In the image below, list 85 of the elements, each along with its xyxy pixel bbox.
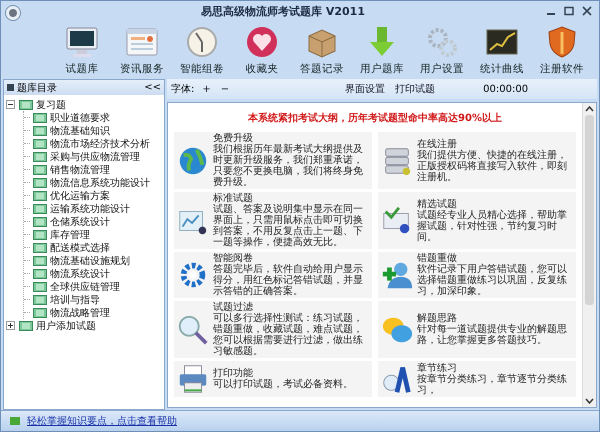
feature-description: 软件记录下用户答错试题，您可以选择错题重做练习以巩固，反复练习，加深印象。 bbox=[417, 264, 568, 297]
font-size-label: 字体: bbox=[171, 82, 194, 96]
toolbar-text-button[interactable]: 打印试题 bbox=[393, 82, 438, 96]
book-icon bbox=[33, 230, 47, 240]
help-link[interactable]: 轻松掌握知识要点，点击查看帮助 bbox=[27, 414, 177, 428]
feature-title[interactable]: 解题思路 bbox=[417, 313, 574, 324]
tree-item[interactable]: 职业道德要求 bbox=[50, 110, 110, 124]
book-icon bbox=[33, 190, 47, 200]
toolbar-button[interactable]: 智能组卷 bbox=[173, 21, 231, 79]
window-title: 易思高级物流师考试题库 V2011 bbox=[200, 4, 366, 18]
toolbar-button[interactable]: 统计曲线 bbox=[473, 21, 531, 79]
toolbar-button[interactable]: 试题库 bbox=[53, 21, 111, 79]
feature-description: 针对每一道试题提供专业的解题思路，让您掌握更多答题技巧。 bbox=[417, 324, 568, 346]
feature-description: 答题完毕后，软件自动给用户显示得分，用红色标记答错试题，并显示答错的正确答案。 bbox=[213, 264, 364, 297]
font-decrease-button[interactable]: − bbox=[218, 84, 232, 94]
tree-item[interactable]: 用户添加试题 bbox=[36, 318, 96, 332]
tree-item[interactable]: 复习题 bbox=[36, 98, 66, 112]
collapse-toggle-icon[interactable] bbox=[6, 100, 15, 109]
tree-item[interactable]: 采购与供应物流管理 bbox=[50, 150, 140, 164]
clock-icon bbox=[184, 24, 220, 60]
tree-item[interactable]: 库存管理 bbox=[50, 228, 90, 242]
tree-item[interactable]: 销售物流管理 bbox=[50, 162, 110, 176]
tree-item[interactable]: 全球供应链管理 bbox=[50, 280, 120, 294]
feature-title[interactable]: 章节练习 bbox=[417, 362, 574, 374]
feature-description: 我们提供方便、快捷的在线注册，正版授权码将直接写入软件，即刻注册机。 bbox=[417, 150, 568, 182]
tree-item[interactable]: 物流基础知识 bbox=[50, 124, 110, 138]
feature-title[interactable]: 免费升级 bbox=[213, 133, 370, 144]
feature-description: 试题、答案及说明集中显示在同一界面上，只需用鼠标点击即可切换到答案，不用反复点击上一题、下一题等操作，便捷高效无比。 bbox=[213, 204, 364, 248]
book-icon bbox=[33, 282, 47, 292]
book-icon bbox=[33, 126, 47, 136]
scroll-down-icon[interactable] bbox=[585, 398, 594, 404]
collapse-button[interactable]: << bbox=[144, 82, 161, 93]
book-icon bbox=[33, 242, 47, 252]
maximize-icon[interactable] bbox=[563, 6, 575, 16]
toolbar-button[interactable]: 用户题库 bbox=[353, 21, 411, 79]
panel-title: 题库目录 bbox=[17, 82, 58, 94]
toolbar-button[interactable]: 用户设置 bbox=[413, 21, 471, 79]
feature-title[interactable]: 在线注册 bbox=[417, 138, 574, 150]
toolbar-text-button[interactable]: 界面设置 bbox=[343, 82, 388, 96]
tree-item[interactable]: 物流战略管理 bbox=[50, 306, 110, 320]
book-icon bbox=[19, 320, 33, 330]
feature-description: 可以多行选择性测试：练习试题，错题重做，收藏试题，难点试题，您可以根据需要进行过滤，做出练习敏感题。 bbox=[213, 313, 364, 357]
tree-item[interactable]: 优化运输方案 bbox=[50, 188, 110, 202]
tree-item[interactable]: 培训与指导 bbox=[50, 292, 100, 306]
feature-description: 可以打印试题，考试必备资料。 bbox=[213, 379, 353, 390]
tree-item[interactable]: 物流市场经济技术分析 bbox=[50, 136, 150, 150]
feature-title[interactable]: 试题过滤 bbox=[213, 302, 370, 313]
feature-description: 试题经专业人员精心选择，帮助掌握试题，针对性强，节约复习时间。 bbox=[417, 210, 568, 242]
feature-title[interactable]: 错题重做 bbox=[417, 253, 574, 264]
app-logo-icon[interactable] bbox=[5, 5, 21, 21]
expand-toggle-icon[interactable] bbox=[6, 321, 15, 330]
book-icon bbox=[33, 308, 47, 318]
toolbar-button[interactable]: 注册软件 bbox=[533, 21, 591, 79]
feature-title[interactable]: 标准试题 bbox=[213, 193, 370, 204]
toolbar-button[interactable]: 收藏夹 bbox=[233, 21, 291, 79]
book-icon bbox=[33, 112, 47, 122]
book-icon bbox=[33, 268, 47, 278]
tree-item[interactable]: 运输系统功能设计 bbox=[50, 202, 130, 216]
book-icon bbox=[33, 164, 47, 174]
toolbar-button[interactable]: 答题记录 bbox=[293, 21, 351, 79]
toolbar-button[interactable]: 资讯服务 bbox=[113, 21, 171, 79]
tree-item[interactable]: 配送模式选择 bbox=[50, 240, 110, 254]
feature-description: 我们根据历年最新考试大纲提供及时更新升级服务，我们郑重承诺，只要您不更换电脑，我们将终身免费升级。 bbox=[213, 144, 364, 188]
feature-title[interactable]: 精选试题 bbox=[417, 198, 574, 210]
book-icon bbox=[33, 138, 47, 148]
tree-item[interactable]: 物流基础设施规划 bbox=[50, 254, 130, 268]
tree-item[interactable]: 物流系统设计 bbox=[50, 266, 110, 280]
book-icon bbox=[33, 216, 47, 226]
tree-item[interactable]: 仓储系统设计 bbox=[50, 214, 110, 228]
book-icon bbox=[33, 178, 47, 188]
close-icon[interactable] bbox=[581, 6, 593, 16]
book-icon bbox=[33, 204, 47, 214]
book-icon bbox=[33, 256, 47, 266]
book-icon bbox=[19, 100, 33, 110]
scroll-up-icon[interactable] bbox=[585, 106, 594, 112]
feature-title[interactable]: 智能阅卷 bbox=[213, 253, 370, 264]
feature-title[interactable]: 打印功能 bbox=[213, 368, 353, 379]
tree-item[interactable]: 物流信息系统功能设计 bbox=[50, 176, 150, 190]
feature-description: 按章节分类练习，章节逐节分类练习， bbox=[417, 374, 568, 396]
timer: 00:00:00 bbox=[483, 84, 528, 94]
book-icon bbox=[33, 294, 47, 304]
font-increase-button[interactable]: + bbox=[200, 84, 213, 94]
book-icon bbox=[33, 152, 47, 162]
scrollbar-thumb[interactable] bbox=[585, 115, 594, 305]
banner-text: 本系统紧扣考试大纲，历年考试题型命中率高达90%以上 bbox=[246, 111, 503, 126]
